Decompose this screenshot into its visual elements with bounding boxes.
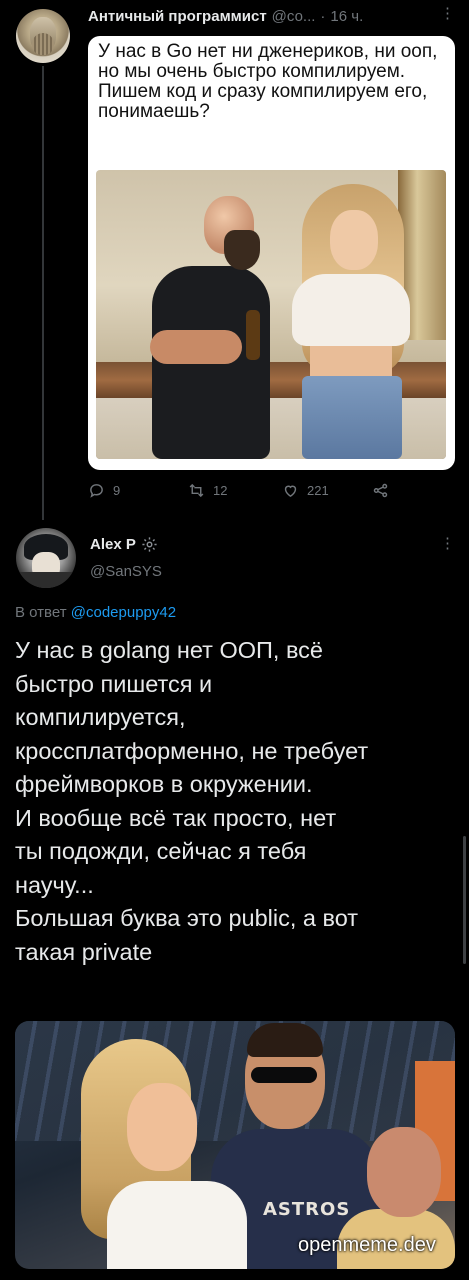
- author-name-row[interactable]: Alex P: [90, 533, 158, 555]
- like-button[interactable]: 221: [282, 476, 329, 504]
- author-name[interactable]: Античный программист: [88, 8, 267, 25]
- woman-top: [292, 274, 410, 346]
- reply-prefix: В ответ: [15, 604, 67, 621]
- reply-button[interactable]: 9: [88, 476, 120, 504]
- image-caption-text: У нас в Go нет ни дженериков, ни ооп, но…: [98, 41, 438, 122]
- reply-count: 9: [113, 482, 121, 498]
- reply-icon: [90, 483, 103, 498]
- like-icon: [284, 485, 297, 497]
- retweet-count: 12: [213, 482, 228, 498]
- share-button[interactable]: [372, 476, 397, 504]
- author-handle[interactable]: @SanSYS: [90, 563, 162, 580]
- avatar[interactable]: [16, 9, 70, 63]
- more-icon[interactable]: ⋮: [440, 534, 455, 552]
- reply-to-link[interactable]: @codepuppy42: [71, 604, 176, 621]
- separator: ·: [320, 7, 326, 25]
- man-arm: [150, 330, 242, 364]
- avatar-beard: [32, 33, 54, 55]
- retweet-button[interactable]: 12: [188, 476, 227, 504]
- author-name[interactable]: Alex P: [90, 536, 136, 553]
- share-icon: [373, 483, 388, 497]
- woman-face: [127, 1083, 197, 1171]
- woman-face: [330, 210, 378, 270]
- tweet-actions: 9 12 221: [88, 476, 408, 504]
- author-handle[interactable]: @со...: [272, 8, 316, 25]
- tweet-header: Античный программист @со... · 16 ч.: [88, 4, 363, 28]
- sunglasses: [251, 1067, 317, 1083]
- woman-belly: [310, 346, 392, 376]
- tweet-image[interactable]: У нас в Go нет ни дженериков, ни ооп, но…: [88, 36, 455, 470]
- shirt-logo: ASTROS: [263, 1199, 351, 1220]
- reply-context: В ответ @codepuppy42: [15, 604, 176, 621]
- man-hair: [247, 1023, 323, 1057]
- more-icon[interactable]: ⋮: [440, 4, 455, 22]
- tweet-1[interactable]: Античный программист @со... · 16 ч. ⋮ У …: [0, 0, 469, 520]
- thread-line: [42, 66, 44, 520]
- scrollbar[interactable]: [463, 836, 466, 964]
- older-man-head: [367, 1127, 441, 1217]
- like-count: 221: [307, 482, 329, 498]
- tweet-text: У нас в golang нет ООП, всё быстро пишет…: [15, 637, 369, 965]
- bottle: [246, 310, 260, 360]
- gear-badge-icon: [142, 536, 157, 552]
- watermark: openmeme.dev: [298, 1234, 436, 1256]
- man-beard: [224, 230, 260, 270]
- avatar-cloak: [20, 572, 72, 588]
- woman-top: [107, 1181, 247, 1269]
- avatar[interactable]: [16, 528, 76, 588]
- retweet-icon: [189, 483, 204, 497]
- woman-jeans: [302, 376, 402, 459]
- timestamp[interactable]: 16 ч.: [330, 8, 363, 25]
- meme-photo: [96, 170, 446, 459]
- tweet-image[interactable]: ASTROS: [15, 1021, 455, 1269]
